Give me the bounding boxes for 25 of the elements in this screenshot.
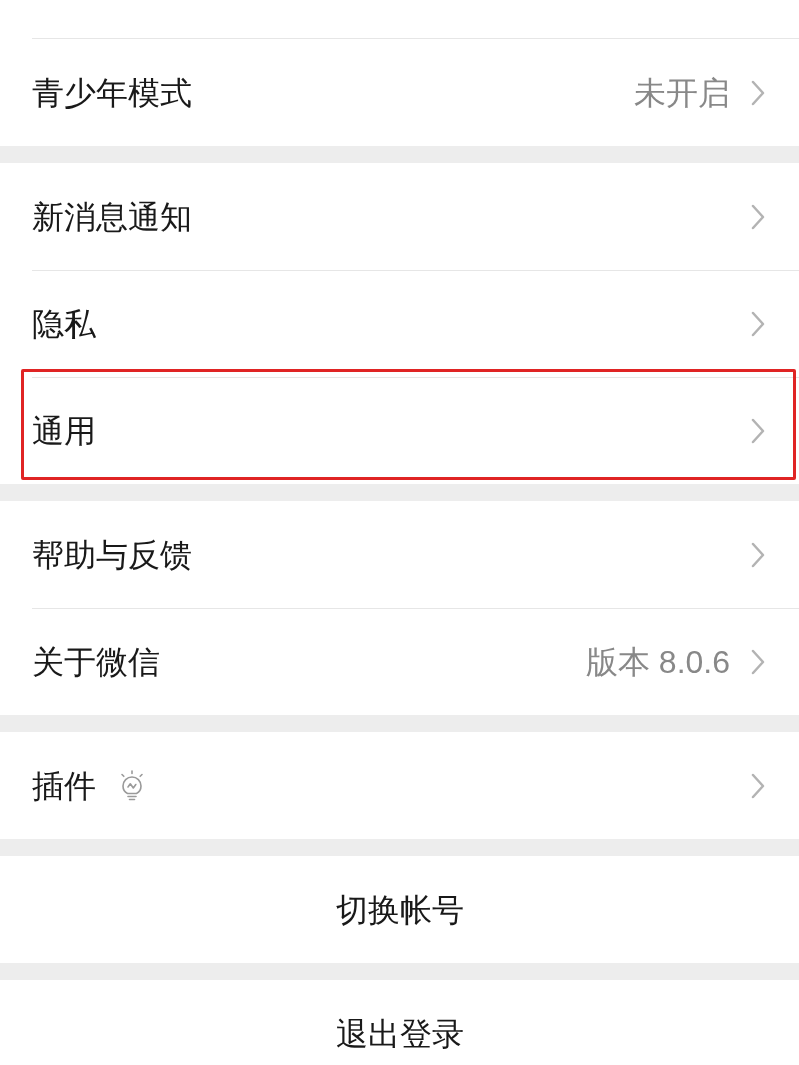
settings-row[interactable]: 通用 bbox=[0, 377, 799, 484]
row-value: 版本 8.0.6 bbox=[585, 646, 730, 678]
row-label: 青少年模式 bbox=[32, 76, 192, 109]
chevron-icon bbox=[751, 649, 765, 675]
settings-row[interactable]: 青少年模式 未开启 bbox=[0, 39, 799, 146]
row-value: 未开启 bbox=[634, 76, 730, 109]
chevron-icon bbox=[751, 203, 765, 230]
row-label: 隐私 bbox=[32, 308, 96, 340]
settings-row[interactable]: 隐私 bbox=[0, 270, 799, 377]
chevron-icon bbox=[751, 418, 765, 444]
chevron-icon bbox=[751, 541, 765, 568]
settings-row[interactable]: 新消息通知 bbox=[0, 163, 799, 270]
settings-row[interactable]: 关于微信 版本 8.0.6 bbox=[0, 608, 799, 715]
chevron-icon bbox=[751, 311, 765, 337]
row-label: 帮助与反馈 bbox=[32, 538, 192, 571]
row-label: 关于微信 bbox=[32, 646, 160, 678]
row-label: 插件 bbox=[32, 769, 96, 802]
action-button[interactable]: 退出登录 bbox=[0, 980, 799, 1065]
settings-row[interactable]: 帮助与反馈 bbox=[0, 501, 799, 608]
settings-row[interactable]: 插件 bbox=[0, 732, 799, 839]
action-button[interactable]: 切换帐号 bbox=[0, 856, 799, 963]
row-label: 通用 bbox=[32, 415, 96, 447]
chevron-icon bbox=[751, 772, 765, 799]
row-label: 新消息通知 bbox=[32, 200, 192, 233]
chevron-icon bbox=[751, 79, 765, 106]
